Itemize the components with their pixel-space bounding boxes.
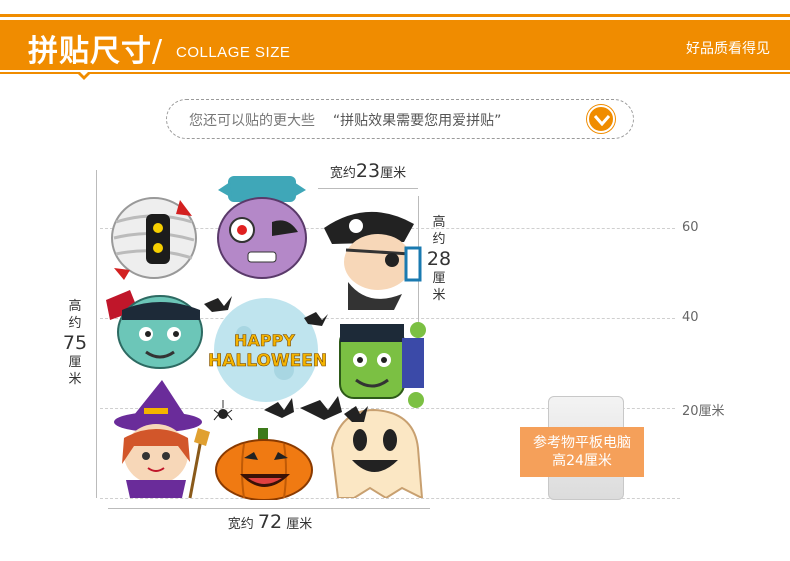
halloween-moon-sticker: HAPPY HALLOWEEN (204, 296, 328, 402)
tablet-label-line2: 高24厘米 (552, 453, 612, 469)
header-notch-inner (80, 72, 88, 76)
mummy-sticker (111, 197, 197, 280)
big-width-prefix: 宽约 (227, 517, 254, 532)
bats-decoration (264, 396, 368, 422)
big-height-label: 高 约 75 厘 米 (60, 298, 90, 388)
hint-text: 您还可以贴的更大些 “拼贴效果需要您用爱拼贴” (189, 110, 501, 130)
pumpkin-sticker (215, 428, 313, 500)
scale-label-60: 60 (682, 220, 699, 235)
big-height-unit1: 厘 (68, 355, 82, 370)
header-slogan: 好品质看得见 (686, 41, 770, 57)
chevron-down-icon[interactable] (587, 105, 615, 133)
big-height-char2: 约 (68, 316, 82, 331)
tablet-label-line1: 参考物平板电脑 (533, 435, 631, 451)
big-width-value: 72 (257, 511, 283, 533)
tablet-label: 参考物平板电脑 高24厘米 (520, 427, 644, 477)
spider-icon (213, 400, 233, 421)
big-height-unit2: 米 (68, 372, 82, 387)
hint-pill: 您还可以贴的更大些 “拼贴效果需要您用爱拼贴” (166, 99, 634, 139)
hint-quote-text: “拼贴效果需要您用爱拼贴” (332, 113, 502, 129)
big-height-line (96, 170, 97, 498)
frankenstein-sticker (106, 290, 203, 369)
scale-label-20: 20厘米 (682, 404, 725, 419)
zombie-sticker (217, 176, 307, 279)
big-width-label: 宽约 72 厘米 (205, 511, 335, 533)
big-width-unit: 厘米 (286, 517, 313, 532)
big-width-line (108, 508, 430, 509)
pirate-sticker (324, 211, 422, 310)
halloween-text-line2: HALLOWEEN (208, 351, 327, 371)
header-title-en: COLLAGE SIZE (176, 44, 291, 61)
big-height-char1: 高 (68, 299, 82, 314)
hint-main-text: 您还可以贴的更大些 (189, 113, 315, 129)
big-height-value: 75 (62, 332, 88, 354)
sticker-collage: HAPPY HALLOWEEN (100, 170, 430, 500)
header-bottom-line (0, 72, 790, 74)
header-title-slash: / (152, 34, 164, 69)
scale-label-40: 40 (682, 310, 699, 325)
witch-sticker (114, 380, 210, 498)
halloween-text-line1: HAPPY (234, 331, 295, 350)
header-title: 拼贴尺寸/ (28, 26, 163, 70)
header-title-cn: 拼贴尺寸 (28, 34, 152, 69)
header-top-line (0, 14, 790, 17)
header-band: 拼贴尺寸/ COLLAGE SIZE 好品质看得见 (0, 20, 790, 70)
